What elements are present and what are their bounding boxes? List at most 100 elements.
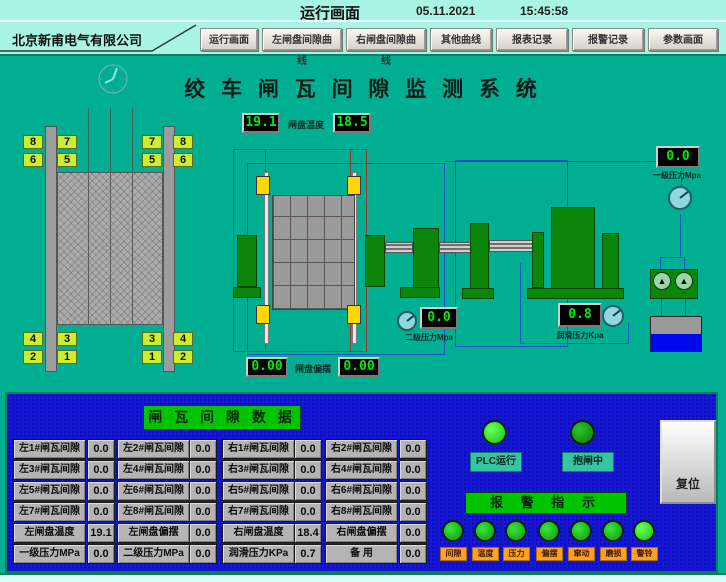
suction-pipe <box>661 299 662 316</box>
table-cell-label: 左2#闸瓦间隙 <box>117 439 190 459</box>
sensor-box-top_left-2: 6 <box>23 153 43 167</box>
hmi-screen: 运行画面 05.11.2021 15:45:58 北京新甫电气有限公司 运行画面… <box>0 0 726 582</box>
sensor-box-bottom_right-3: 2 <box>173 350 193 364</box>
table-cell-value: 0.0 <box>189 460 217 480</box>
blue-pipe <box>680 214 681 257</box>
brake-caliper <box>347 305 361 324</box>
menu-bar: 北京新甫电气有限公司 运行画面左闸盘间隙曲线右闸盘间隙曲线其他曲线报表记录报警记… <box>0 22 726 56</box>
lube-pipe <box>520 343 629 344</box>
disc-divider <box>132 172 133 325</box>
table-cell-label: 右1#闸瓦间隙 <box>222 439 295 459</box>
nav-button-4[interactable]: 报表记录 <box>496 28 568 51</box>
main-diagram-area: 绞 车 闸 瓦 间 隙 监 测 系 统 8765785643213412 19.… <box>0 56 726 392</box>
title-bar: 运行画面 05.11.2021 15:45:58 <box>0 0 726 22</box>
reset-button[interactable]: 复位 <box>660 420 716 504</box>
disc-divider <box>110 172 111 325</box>
nav-button-0[interactable]: 运行画面 <box>200 28 258 51</box>
table-cell-label: 一级压力MPa <box>13 544 86 564</box>
table-cell-label: 右2#闸瓦间隙 <box>325 439 398 459</box>
oil-tank-top <box>651 317 701 334</box>
table-cell-value: 0.0 <box>399 481 427 501</box>
machine-base <box>462 288 494 299</box>
sensor-box-top_right-0: 7 <box>142 135 162 149</box>
table-cell-value: 0.0 <box>87 544 115 564</box>
suction-pipe <box>685 299 686 316</box>
alarm-label-1: 温度 <box>472 547 499 561</box>
alarm-lamp-3 <box>538 520 560 542</box>
plc-run-lamp <box>482 420 507 445</box>
drive-shaft <box>385 242 413 253</box>
alarm-label-2: 压力 <box>503 547 530 561</box>
table-cell-label: 左闸盘温度 <box>13 523 86 543</box>
disc-runout-left-display: 0.00 <box>246 357 288 377</box>
nav-button-3[interactable]: 其他曲线 <box>430 28 492 51</box>
sensor-box-bottom_right-2: 1 <box>142 350 162 364</box>
hoist-rope <box>110 108 111 172</box>
alarm-label-5: 磨损 <box>600 547 627 561</box>
nav-button-5[interactable]: 报警记录 <box>572 28 644 51</box>
table-cell-label: 左3#闸瓦间隙 <box>13 460 86 480</box>
nav-button-1[interactable]: 左闸盘间隙曲线 <box>262 28 342 51</box>
sensor-box-bottom_right-0: 3 <box>142 332 162 346</box>
table-cell-value: 0.0 <box>87 460 115 480</box>
clock-icon <box>97 63 129 95</box>
table-cell-label: 左6#闸瓦间隙 <box>117 481 190 501</box>
lube-pipe <box>628 323 629 344</box>
sensor-box-bottom_left-2: 2 <box>23 350 43 364</box>
nav-button-6[interactable]: 参数画面 <box>648 28 718 51</box>
table-cell-label: 左8#闸瓦间隙 <box>117 502 190 522</box>
blue-pipe <box>445 161 681 162</box>
nav-button-2[interactable]: 右闸盘间隙曲线 <box>346 28 426 51</box>
table-cell-value: 0.0 <box>294 481 322 501</box>
alarm-label-4: 窜动 <box>568 547 595 561</box>
blue-pipe <box>660 257 685 258</box>
disc-temp-left-display: 19.1 <box>242 113 280 133</box>
disc-runout-label: 闸盘偏摆 <box>290 362 336 375</box>
drive-shaft <box>439 242 471 253</box>
table-cell-label: 备 用 <box>325 544 398 564</box>
oil-tank-oil <box>651 334 701 351</box>
pump-icon: ▲ <box>675 272 693 290</box>
coupling-small <box>532 232 544 288</box>
brake-applied-lamp <box>570 420 595 445</box>
sensor-box-top_left-1: 7 <box>57 135 77 149</box>
lube-pressure-display: 0.8 <box>558 303 602 327</box>
table-cell-label: 左4#闸瓦间隙 <box>117 460 190 480</box>
screen-title: 运行画面 <box>300 2 360 23</box>
drive-shaft <box>489 240 533 252</box>
secondary-pressure-label: 二级压力Mpa <box>398 332 460 343</box>
primary-pressure-display: 0.0 <box>656 146 700 168</box>
table-cell-value: 0.0 <box>189 544 217 564</box>
table-cell-label: 右5#闸瓦间隙 <box>222 481 295 501</box>
table-cell-value: 0.0 <box>87 481 115 501</box>
alarm-lamp-4 <box>570 520 592 542</box>
shaft-guide-left <box>45 126 57 372</box>
alarm-section-title: 报 警 指 示 <box>465 492 627 514</box>
actuator-pedestal-right <box>400 287 440 298</box>
disc-runout-right-display: 0.00 <box>338 357 380 377</box>
sensor-box-bottom_right-1: 4 <box>173 332 193 346</box>
table-cell-value: 0.0 <box>87 502 115 522</box>
table-cell-value: 0.0 <box>87 439 115 459</box>
pump-icon: ▲ <box>653 272 671 290</box>
sensor-box-bottom_left-0: 4 <box>23 332 43 346</box>
alarm-lamp-0 <box>442 520 464 542</box>
oil-tank <box>650 316 702 352</box>
table-cell-label: 右闸盘温度 <box>222 523 295 543</box>
gearbox <box>551 207 595 298</box>
brake-actuator-right <box>365 235 385 287</box>
sensor-box-bottom_left-3: 1 <box>57 350 77 364</box>
table-cell-value: 0.0 <box>399 460 427 480</box>
table-cell-value: 0.0 <box>189 523 217 543</box>
secondary-pressure-display: 0.0 <box>420 307 458 329</box>
alarm-lamp-5 <box>602 520 624 542</box>
coupling-block <box>470 223 489 289</box>
lube-pressure-label: 润滑压力Kpa <box>550 330 610 341</box>
sensor-box-top_left-0: 8 <box>23 135 43 149</box>
sensor-box-top_left-3: 5 <box>57 153 77 167</box>
alarm-lamp-2 <box>505 520 527 542</box>
sensor-box-top_right-3: 6 <box>173 153 193 167</box>
table-cell-value: 0.0 <box>189 439 217 459</box>
disc-temp-label: 闸盘温度 <box>281 118 331 131</box>
data-panel: 闸 瓦 间 隙 数 据 左1#闸瓦间隙0.0左2#闸瓦间隙0.0右1#闸瓦间隙0… <box>5 392 718 573</box>
